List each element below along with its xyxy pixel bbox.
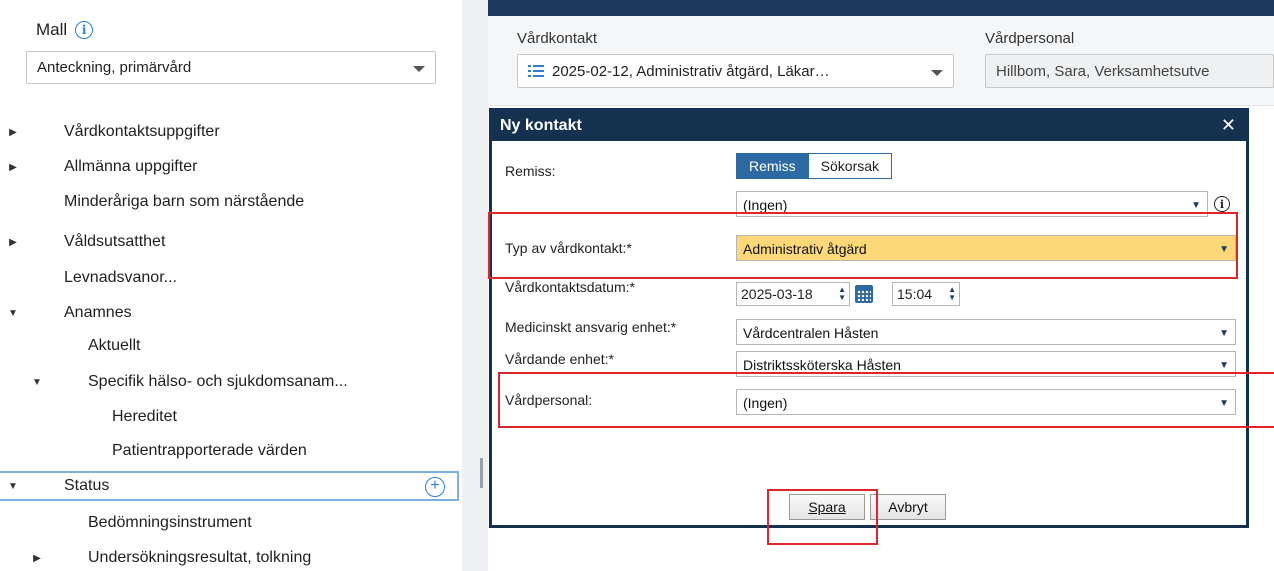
time-input[interactable]: 15:04 ▲ ▼ <box>892 282 960 306</box>
datum-value: 2025-03-18 <box>741 286 813 302</box>
tree-item-label: Specifik hälso- och sjukdomsanam... <box>88 373 348 390</box>
contact-header: Vårdkontakt 2025-02-12, Administrativ åt… <box>488 16 1274 106</box>
tree-item-label: Allmänna uppgifter <box>64 158 198 175</box>
top-bar <box>488 0 1274 16</box>
remiss-value: (Ingen) <box>743 197 788 213</box>
chevron-down-icon <box>413 66 425 72</box>
close-icon[interactable]: ✕ <box>1221 115 1236 136</box>
dialog-titlebar: Ny kontakt ✕ <box>492 111 1246 141</box>
tab-remiss[interactable]: Remiss <box>737 154 808 178</box>
tree-item-levnadsvanor[interactable]: Levnadsvanor... <box>0 262 462 294</box>
cancel-button-label: Avbryt <box>888 499 928 515</box>
vardande-label: Vårdande enhet:* <box>505 351 614 367</box>
dialog-title: Ny kontakt <box>500 117 582 134</box>
caret-right-icon[interactable]: ▶ <box>32 553 42 564</box>
tree-item-minderariga-barn[interactable]: Minderåriga barn som närstående <box>0 186 462 218</box>
caret-down-icon[interactable]: ▼ <box>8 481 18 492</box>
vardande-value: Distriktssköterska Håsten <box>743 357 901 373</box>
vardkontakt-label: Vårdkontakt <box>517 30 598 47</box>
panel-splitter[interactable] <box>462 0 488 571</box>
tree-item-label: Anamnes <box>64 304 132 321</box>
tree-item-label: Aktuellt <box>88 337 141 354</box>
tree-item-valdsutsatthet[interactable]: ▶ Våldsutsatthet <box>0 226 462 258</box>
remiss-label: Remiss: <box>505 163 556 179</box>
annotation-box-typ <box>488 212 1238 279</box>
tree-item-label: Status <box>64 477 110 494</box>
spinner-arrows-icon[interactable]: ▲ ▼ <box>838 286 846 302</box>
template-panel: Mall i Anteckning, primärvård ▶ Vårdkont… <box>0 0 462 571</box>
tree-item-aktuellt[interactable]: Aktuellt <box>0 330 462 362</box>
med-value: Vårdcentralen Håsten <box>743 325 879 341</box>
vardpersonal-header-value: Hillbom, Sara, Verksamhetsutve <box>996 62 1210 80</box>
tree-item-label: Hereditet <box>112 408 177 425</box>
annotation-box-vardpersonal <box>498 372 1274 428</box>
tree-item-bedomningsinstrument[interactable]: Bedömningsinstrument <box>0 507 462 539</box>
caret-right-icon[interactable]: ▶ <box>8 237 18 248</box>
spinner-arrows-icon[interactable]: ▲ ▼ <box>948 286 956 302</box>
tree-item-specifik-halso[interactable]: ▼ Specifik hälso- och sjukdomsanam... <box>0 366 462 398</box>
caret-right-icon[interactable]: ▶ <box>8 162 18 173</box>
splitter-handle[interactable] <box>480 458 483 488</box>
tree-item-label: Undersökningsresultat, tolkning <box>88 549 312 566</box>
tree-item-vardkontaktsuppgifter[interactable]: ▶ Vårdkontaktsuppgifter <box>0 116 462 148</box>
chevron-down-icon <box>931 70 943 76</box>
tree-item-undersokningsresultat[interactable]: ▶ Undersökningsresultat, tolkning <box>0 542 462 571</box>
info-icon[interactable]: i <box>75 21 94 39</box>
tab-sokorsak[interactable]: Sökorsak <box>807 154 892 178</box>
annotation-box-spara <box>767 489 878 545</box>
dropdown-arrow-icon: ▼ <box>1191 200 1201 211</box>
vardpersonal-header-field: Hillbom, Sara, Verksamhetsutve <box>985 54 1274 88</box>
tree-item-status[interactable]: ▼ Status + <box>0 471 459 501</box>
cancel-button[interactable]: Avbryt <box>870 494 946 520</box>
time-value: 15:04 <box>897 286 933 302</box>
tree-item-label: Bedömningsinstrument <box>88 514 252 531</box>
tree-item-anamnes[interactable]: ▼ Anamnes <box>0 297 462 329</box>
tree-item-allmanna-uppgifter[interactable]: ▶ Allmänna uppgifter <box>0 151 462 183</box>
info-icon[interactable]: i <box>1214 196 1230 212</box>
calendar-icon[interactable] <box>855 285 873 303</box>
tree-item-patientrapporterade[interactable]: Patientrapporterade värden <box>0 435 462 467</box>
tree-item-label: Patientrapporterade värden <box>112 442 307 459</box>
med-label: Medicinskt ansvarig enhet:* <box>505 319 677 335</box>
vardpersonal-header-label: Vårdpersonal <box>985 30 1075 47</box>
tree-item-label: Levnadsvanor... <box>64 269 177 286</box>
tree-item-label: Våldsutsatthet <box>64 233 166 250</box>
template-select[interactable]: Anteckning, primärvård <box>26 51 436 84</box>
template-select-value: Anteckning, primärvård <box>37 59 192 76</box>
caret-down-icon[interactable]: ▼ <box>8 308 18 319</box>
tree-item-hereditet[interactable]: Hereditet <box>0 401 462 433</box>
datum-label: Vårdkontaktsdatum:* <box>505 279 635 295</box>
caret-right-icon[interactable]: ▶ <box>8 127 18 138</box>
template-title-row: Mall i <box>36 20 94 40</box>
remiss-segmented-control: Remiss Sökorsak <box>736 153 893 179</box>
datum-input[interactable]: 2025-03-18 ▲ ▼ <box>736 282 850 306</box>
new-contact-dialog: Ny kontakt ✕ Remiss: Remiss Sökorsak (In… <box>489 108 1249 528</box>
vardkontakt-value: 2025-02-12, Administrativ åtgärd, Läkar… <box>552 62 830 80</box>
caret-down-icon[interactable]: ▼ <box>32 377 42 388</box>
med-select[interactable]: Vårdcentralen Håsten ▼ <box>736 319 1236 345</box>
add-icon[interactable]: + <box>425 477 445 497</box>
tree-item-label: Vårdkontaktsuppgifter <box>64 123 220 140</box>
dropdown-arrow-icon: ▼ <box>1219 360 1229 371</box>
vardkontakt-select[interactable]: 2025-02-12, Administrativ åtgärd, Läkar… <box>517 54 954 88</box>
template-title: Mall <box>36 20 68 39</box>
tree-item-label: Minderåriga barn som närstående <box>64 193 305 210</box>
dropdown-arrow-icon: ▼ <box>1219 328 1229 339</box>
list-icon <box>528 65 544 77</box>
